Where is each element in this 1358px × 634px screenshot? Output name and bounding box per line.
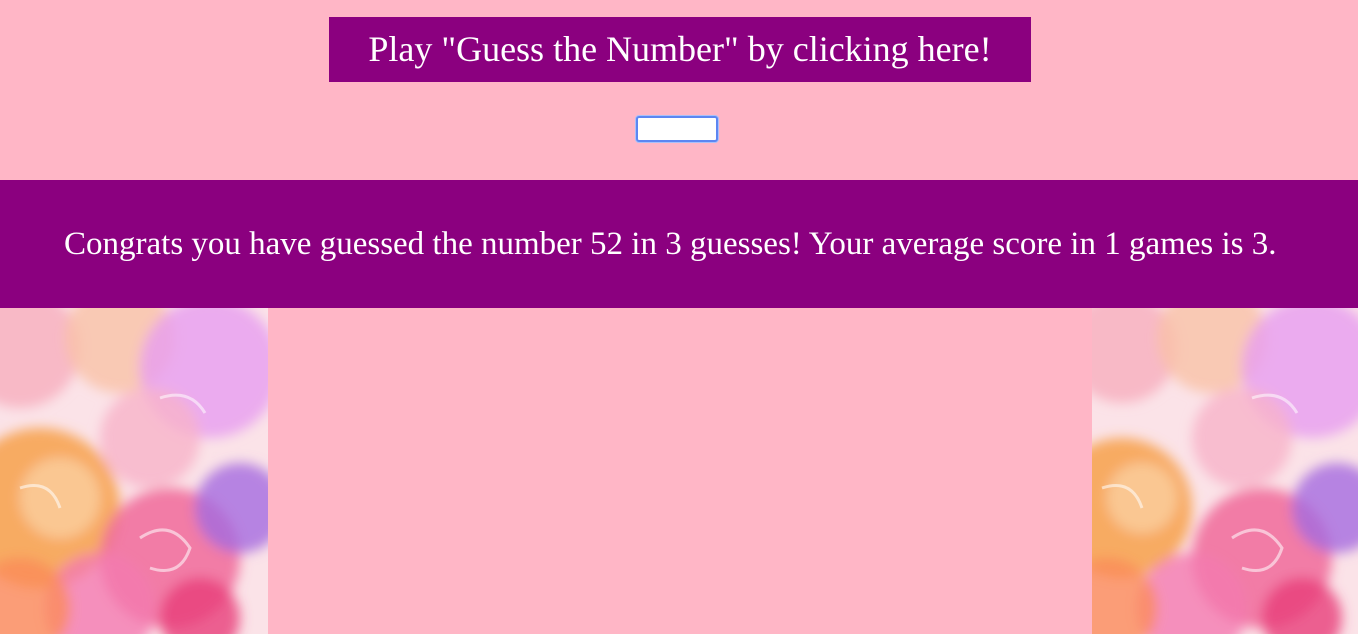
play-guess-the-number-button[interactable]: Play "Guess the Number" by clicking here… (329, 17, 1031, 82)
page: Play "Guess the Number" by clicking here… (0, 0, 1358, 634)
result-banner: Congrats you have guessed the number 52 … (0, 180, 1358, 308)
result-message: Congrats you have guessed the number 52 … (64, 226, 1277, 262)
guess-input[interactable] (636, 116, 718, 142)
watercolor-flowers-left-image (0, 308, 268, 634)
watercolor-flowers-right-image (1092, 308, 1358, 634)
